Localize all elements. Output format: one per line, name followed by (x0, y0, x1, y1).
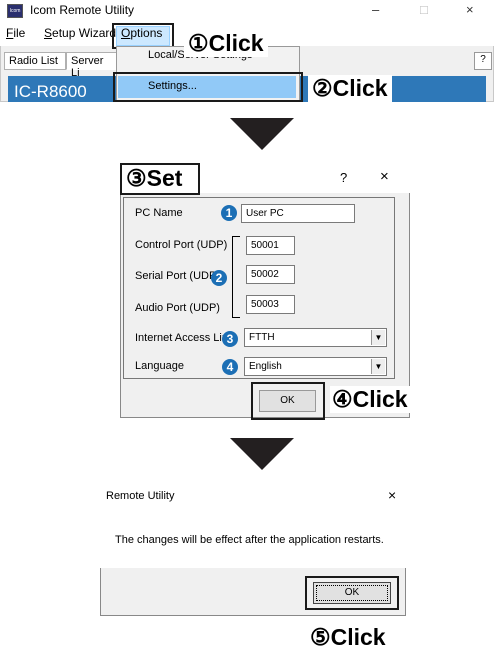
callout-step-2: ②Click (308, 75, 392, 102)
help-button[interactable]: ? (474, 52, 492, 70)
internet-access-label: Internet Access Lin (135, 332, 228, 344)
ok-callout-frame (251, 382, 325, 420)
serial-port-label: Serial Port (UDP) (135, 270, 220, 282)
menu-setup-wizard[interactable]: Setup Wizard (44, 26, 116, 40)
pc-name-label: PC Name (135, 207, 183, 219)
serial-port-input[interactable]: 50002 (246, 265, 295, 284)
internet-access-select[interactable]: FTTH ▼ (244, 328, 387, 347)
window-title: Icom Remote Utility (30, 3, 135, 17)
control-port-label: Control Port (UDP) (135, 239, 228, 251)
settings-frame (123, 197, 395, 379)
audio-port-label: Audio Port (UDP) (135, 302, 220, 314)
maximize-icon[interactable]: □ (420, 2, 428, 17)
control-port-input[interactable]: 50001 (246, 236, 295, 255)
step-number-1: 1 (221, 205, 237, 221)
language-label: Language (135, 360, 184, 372)
app-logo-icon: Icom (7, 4, 23, 18)
step-number-4: 4 (222, 359, 238, 375)
settings-callout-frame (113, 72, 303, 102)
tab-radio-list[interactable]: Radio List (4, 52, 66, 70)
arrow-down-icon (230, 118, 294, 150)
internet-access-value: FTTH (249, 332, 275, 343)
chevron-down-icon[interactable]: ▼ (371, 359, 385, 374)
close-icon[interactable]: × (388, 487, 396, 503)
step-number-2: 2 (211, 270, 227, 286)
message-ok-callout-frame (305, 576, 399, 610)
arrow-down-icon (230, 438, 294, 470)
chevron-down-icon[interactable]: ▼ (371, 330, 385, 345)
callout-step-5: ⑤Click (310, 624, 386, 651)
language-select[interactable]: English ▼ (244, 357, 387, 376)
tab-server-list[interactable]: Server Li (66, 52, 120, 79)
dialog-close-icon[interactable]: × (380, 168, 389, 185)
port-group-bracket (232, 236, 240, 318)
pc-name-input[interactable]: User PC (241, 204, 355, 223)
callout-step-4: ④Click (330, 386, 410, 413)
dialog-help-icon[interactable]: ? (340, 170, 347, 185)
radio-name[interactable]: IC-R8600 (14, 82, 87, 102)
menu-file[interactable]: File (6, 26, 25, 40)
message-text: The changes will be effect after the app… (115, 534, 384, 546)
language-value: English (249, 361, 282, 372)
close-icon[interactable]: × (466, 2, 474, 17)
set-callout-frame (120, 163, 200, 195)
minimize-icon[interactable]: – (372, 2, 379, 17)
audio-port-input[interactable]: 50003 (246, 295, 295, 314)
callout-step-1: ①Click (184, 30, 268, 57)
step-number-3: 3 (222, 331, 238, 347)
message-dialog-title: Remote Utility (106, 490, 175, 502)
